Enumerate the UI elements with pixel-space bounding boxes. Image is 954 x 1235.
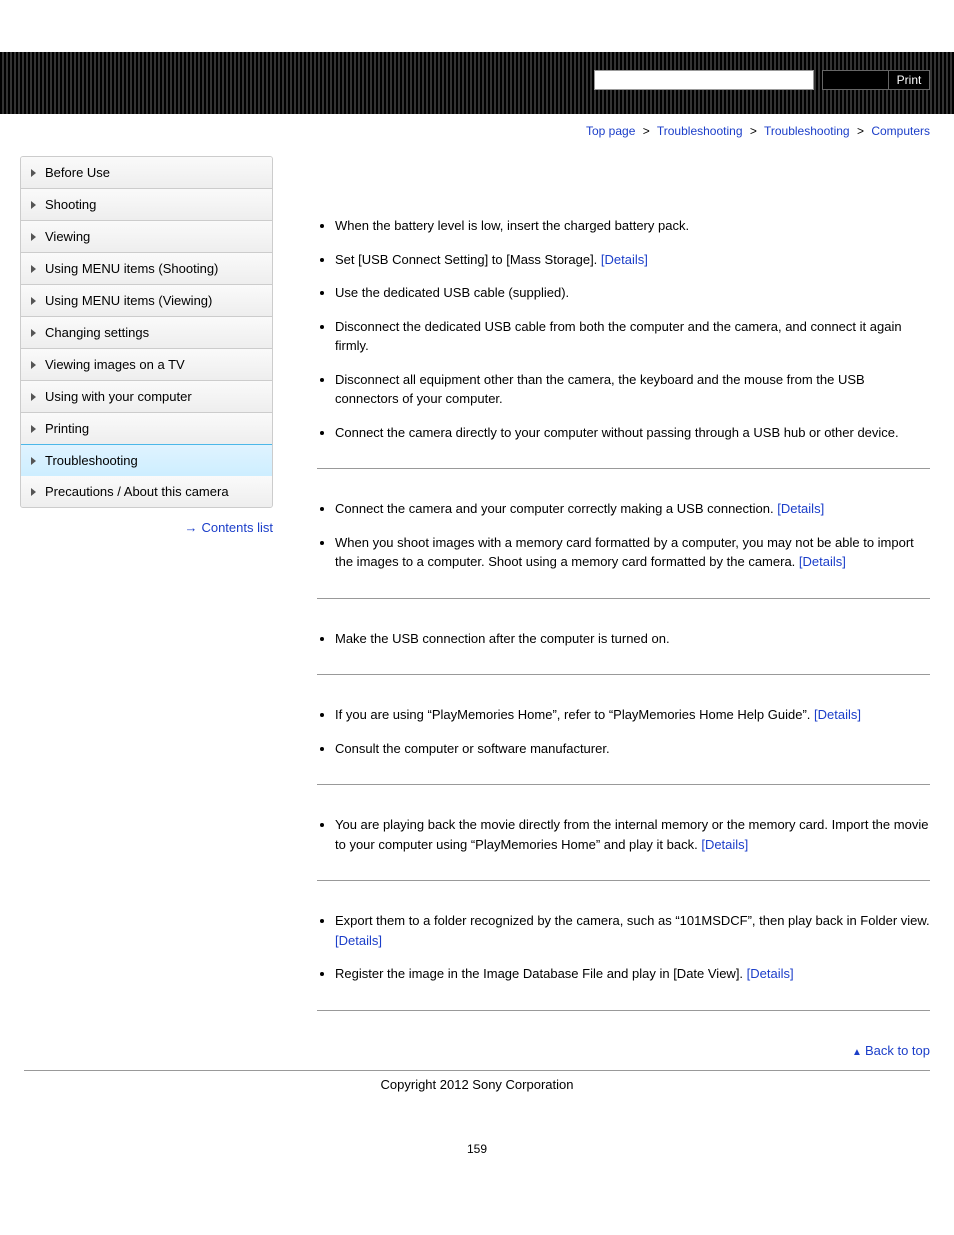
breadcrumb-link[interactable]: Computers: [871, 124, 930, 138]
contents-list-wrap: → Contents list: [20, 520, 273, 535]
section: Export them to a folder recognized by th…: [317, 881, 930, 1011]
contents-list-link[interactable]: Contents list: [201, 520, 273, 535]
sidebar-item[interactable]: Before Use: [21, 157, 272, 189]
triangle-up-icon: ▲: [852, 1047, 862, 1058]
nav-menu: Before UseShootingViewingUsing MENU item…: [20, 156, 273, 508]
list-item: Register the image in the Image Database…: [335, 964, 930, 984]
details-link[interactable]: [Details]: [701, 837, 748, 852]
print-button[interactable]: Print: [888, 70, 930, 90]
sidebar-item[interactable]: Shooting: [21, 189, 272, 221]
breadcrumb-link[interactable]: Troubleshooting: [764, 124, 850, 138]
details-link[interactable]: [Details]: [335, 933, 382, 948]
list-item: Disconnect all equipment other than the …: [335, 370, 930, 409]
sidebar-item[interactable]: Using with your computer: [21, 381, 272, 413]
list-item: Connect the camera and your computer cor…: [335, 499, 930, 519]
search-button[interactable]: [822, 70, 890, 90]
sidebar-item[interactable]: Precautions / About this camera: [21, 476, 272, 507]
arrow-right-icon: →: [184, 520, 197, 535]
breadcrumb-sep: >: [643, 124, 650, 138]
sidebar-item[interactable]: Using MENU items (Viewing): [21, 285, 272, 317]
back-to-top-link[interactable]: Back to top: [865, 1043, 930, 1058]
sidebar: Before UseShootingViewingUsing MENU item…: [20, 156, 273, 1011]
breadcrumb-link[interactable]: Troubleshooting: [657, 124, 743, 138]
page-number: 159: [0, 1112, 954, 1186]
section: If you are using “PlayMemories Home”, re…: [317, 675, 930, 785]
sidebar-item[interactable]: Troubleshooting: [20, 444, 273, 477]
details-link[interactable]: [Details]: [814, 707, 861, 722]
list-item: Disconnect the dedicated USB cable from …: [335, 317, 930, 356]
list-item: Consult the computer or software manufac…: [335, 739, 930, 759]
list-item: Export them to a folder recognized by th…: [335, 911, 930, 950]
details-link[interactable]: [Details]: [777, 501, 824, 516]
header-band: Print: [0, 52, 954, 114]
list-item: When the battery level is low, insert th…: [335, 216, 930, 236]
list-item: When you shoot images with a memory card…: [335, 533, 930, 572]
details-link[interactable]: [Details]: [799, 554, 846, 569]
main-content: When the battery level is low, insert th…: [273, 156, 930, 1011]
sidebar-item[interactable]: Viewing images on a TV: [21, 349, 272, 381]
breadcrumb-sep: >: [857, 124, 864, 138]
list-item: If you are using “PlayMemories Home”, re…: [335, 705, 930, 725]
copyright: Copyright 2012 Sony Corporation: [24, 1070, 930, 1112]
breadcrumb-link[interactable]: Top page: [586, 124, 635, 138]
sidebar-item[interactable]: Printing: [21, 413, 272, 445]
section: You are playing back the movie directly …: [317, 785, 930, 881]
list-item: Use the dedicated USB cable (supplied).: [335, 283, 930, 303]
list-item: Connect the camera directly to your comp…: [335, 423, 930, 443]
sidebar-item[interactable]: Using MENU items (Shooting): [21, 253, 272, 285]
breadcrumb-sep: >: [750, 124, 757, 138]
section: When the battery level is low, insert th…: [317, 156, 930, 469]
list-item: You are playing back the movie directly …: [335, 815, 930, 854]
section: Make the USB connection after the comput…: [317, 599, 930, 676]
details-link[interactable]: [Details]: [747, 966, 794, 981]
breadcrumb: Top page > Troubleshooting > Troubleshoo…: [0, 114, 954, 156]
sidebar-item[interactable]: Viewing: [21, 221, 272, 253]
section: Connect the camera and your computer cor…: [317, 469, 930, 599]
list-item: Set [USB Connect Setting] to [Mass Stora…: [335, 250, 930, 270]
list-item: Make the USB connection after the comput…: [335, 629, 930, 649]
details-link[interactable]: [Details]: [601, 252, 648, 267]
search-input[interactable]: [594, 70, 814, 90]
sidebar-item[interactable]: Changing settings: [21, 317, 272, 349]
